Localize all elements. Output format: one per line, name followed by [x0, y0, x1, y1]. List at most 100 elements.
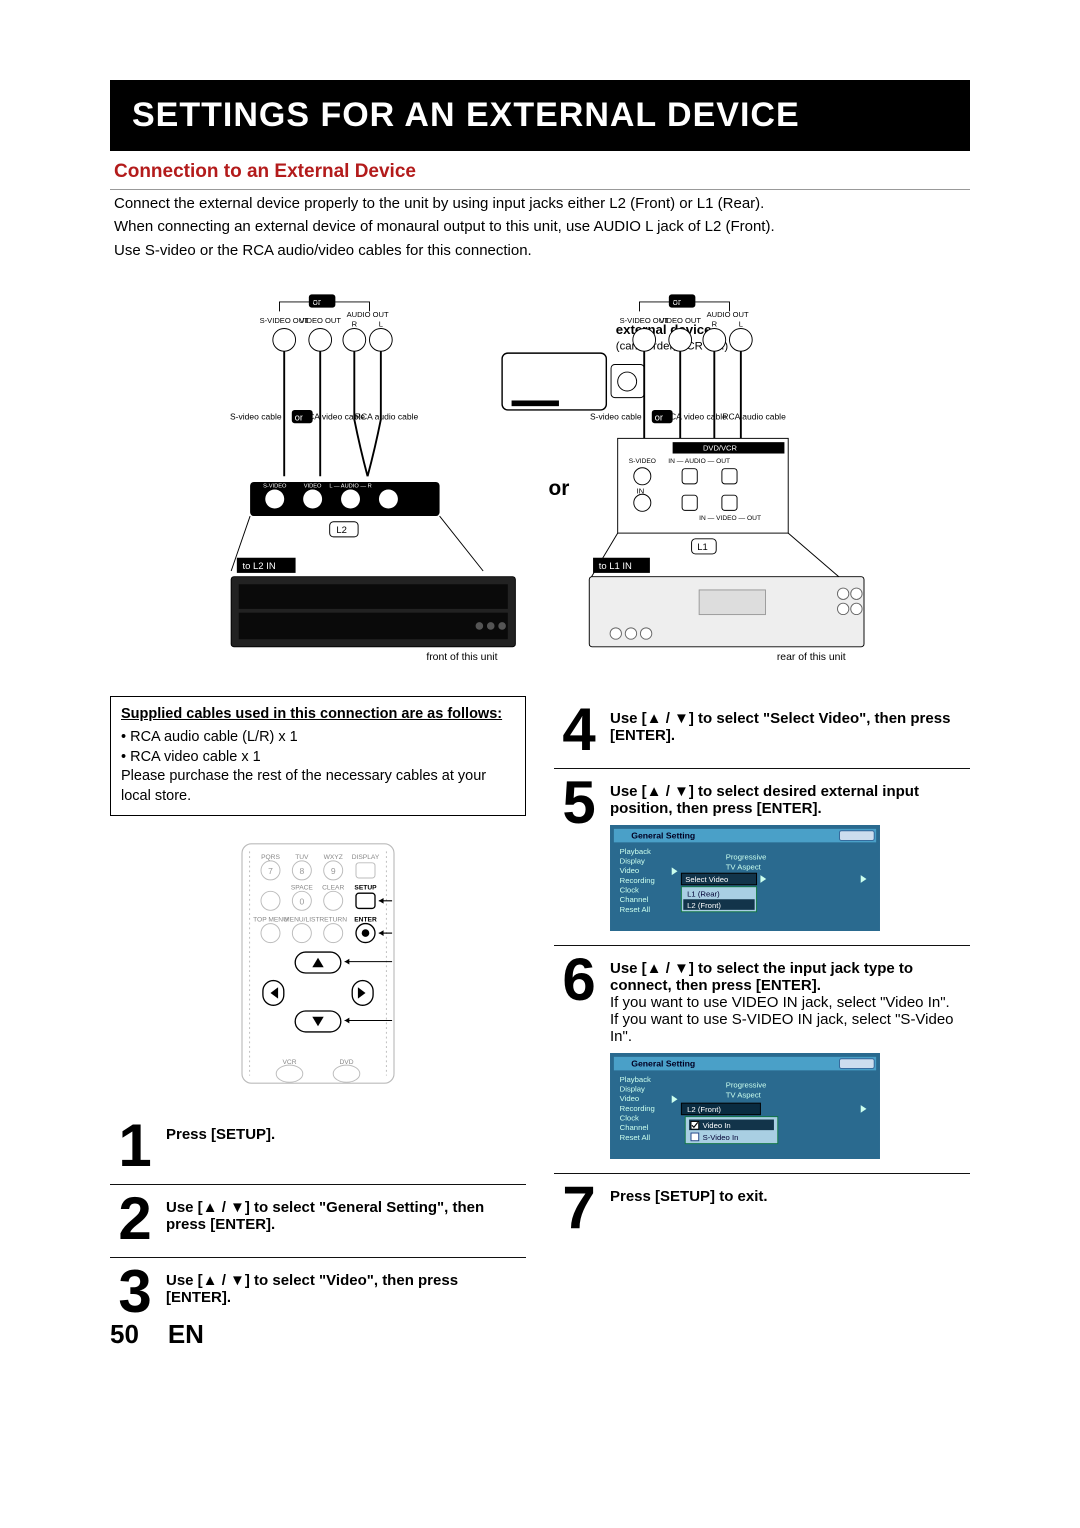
svg-text:L2: L2	[336, 525, 347, 536]
step-text: Use [▲ / ▼] to select "Select Video", th…	[610, 710, 950, 744]
svg-text:R: R	[352, 319, 358, 328]
remote-diagram: PQRSTUV WXYZDISPLAY SPACECLEAR SETUP TOP…	[110, 840, 526, 1092]
svg-text:rear of this unit: rear of this unit	[777, 652, 846, 663]
svg-text:Clock: Clock	[620, 1113, 639, 1122]
svg-text:RCA audio cable: RCA audio cable	[722, 411, 786, 421]
svg-text:Reset All: Reset All	[620, 905, 651, 914]
step-6: 6 Use [▲ / ▼] to select the input jack t…	[554, 946, 970, 1174]
supplied-line: • RCA audio cable (L/R) x 1	[121, 728, 515, 748]
svg-text:Progressive: Progressive	[726, 852, 767, 861]
svg-text:L — AUDIO — R: L — AUDIO — R	[329, 483, 371, 489]
svg-text:IN: IN	[637, 486, 645, 495]
svg-text:R: R	[712, 319, 718, 328]
step-4: 4 Use [▲ / ▼] to select "Select Video", …	[554, 696, 970, 769]
svg-text:Display: Display	[620, 1084, 645, 1093]
step-text: Use [▲ / ▼] to select "General Setting",…	[166, 1199, 484, 1233]
svg-text:L: L	[739, 319, 743, 328]
intro-line: When connecting an external device of mo…	[114, 217, 966, 237]
page-lang: EN	[168, 1319, 204, 1349]
step-5: 5 Use [▲ / ▼] to select desired external…	[554, 769, 970, 946]
svg-text:Clock: Clock	[620, 885, 639, 894]
page-footer: 50 EN	[110, 1319, 204, 1350]
connection-diagram: external device (camcorder, VCR etc.) or…	[110, 271, 970, 696]
svg-text:L2 (Front): L2 (Front)	[687, 901, 721, 910]
page-title: SETTINGS FOR AN EXTERNAL DEVICE	[110, 80, 970, 151]
svg-text:S-VIDEO: S-VIDEO	[263, 483, 287, 489]
svg-text:7: 7	[268, 866, 273, 876]
svg-text:Display: Display	[620, 856, 645, 865]
supplied-header: Supplied cables used in this connection …	[121, 705, 515, 725]
intro-line: Use S-video or the RCA audio/video cable…	[114, 241, 966, 261]
svg-text:VIDEO: VIDEO	[304, 483, 322, 489]
svg-text:ENTER: ENTER	[354, 916, 377, 923]
svg-text:Playback: Playback	[620, 1075, 651, 1084]
step-text: Use [▲ / ▼] to select the input jack typ…	[610, 960, 913, 994]
svg-text:0: 0	[299, 896, 304, 906]
svg-text:S-VIDEO: S-VIDEO	[629, 458, 656, 465]
step-7: 7 Press [SETUP] to exit.	[554, 1174, 970, 1246]
step-text: Press [SETUP] to exit.	[610, 1188, 768, 1205]
intro-block: Connect the external device properly to …	[110, 194, 970, 261]
svg-text:VIDEO OUT: VIDEO OUT	[299, 316, 341, 325]
intro-line: Connect the external device properly to …	[114, 194, 966, 214]
svg-text:SETUP: SETUP	[354, 884, 377, 891]
svg-text:S-Video In: S-Video In	[703, 1133, 739, 1142]
svg-text:or: or	[655, 412, 663, 423]
svg-text:VIDEO OUT: VIDEO OUT	[659, 316, 701, 325]
svg-text:General Setting: General Setting	[631, 1058, 695, 1068]
svg-text:TUV: TUV	[295, 854, 309, 861]
svg-text:Channel: Channel	[620, 895, 649, 904]
step-number: 7	[554, 1184, 604, 1232]
svg-text:S-video cable: S-video cable	[590, 411, 642, 421]
step-extra: If you want to use S-VIDEO IN jack, sele…	[610, 1011, 970, 1045]
svg-text:TV Aspect: TV Aspect	[726, 1090, 762, 1099]
step-extra: If you want to use VIDEO IN jack, select…	[610, 994, 970, 1011]
svg-text:L1: L1	[697, 542, 708, 553]
svg-text:TOP MENU: TOP MENU	[253, 916, 288, 923]
svg-text:General Setting: General Setting	[631, 830, 695, 840]
step-text: Use [▲ / ▼] to select desired external i…	[610, 783, 919, 817]
svg-text:DVD/VCR: DVD/VCR	[703, 443, 738, 452]
svg-text:DISPLAY: DISPLAY	[352, 854, 380, 861]
page-number: 50	[110, 1319, 139, 1349]
supplied-line: Please purchase the rest of the necessar…	[121, 767, 515, 806]
svg-text:S-video cable: S-video cable	[230, 411, 282, 421]
svg-text:TV Aspect: TV Aspect	[726, 862, 762, 871]
menu-screenshot-step5: General Setting Playback Display Video R…	[610, 825, 970, 931]
svg-text:RETURN: RETURN	[319, 916, 347, 923]
svg-text:RCA audio cable: RCA audio cable	[355, 411, 419, 421]
svg-text:PQRS: PQRS	[261, 854, 280, 861]
step-text: Use [▲ / ▼] to select "Video", then pres…	[166, 1272, 458, 1306]
svg-text:Recording: Recording	[620, 876, 655, 885]
svg-text:Channel: Channel	[620, 1123, 649, 1132]
svg-text:RCA video cable: RCA video cable	[664, 411, 727, 421]
svg-text:Playback: Playback	[620, 847, 651, 856]
svg-text:Video In: Video In	[703, 1121, 731, 1130]
menu-screenshot-step6: General Setting Playback Display Video R…	[610, 1053, 970, 1159]
svg-text:to L1 IN: to L1 IN	[599, 561, 632, 572]
svg-text:AUDIO OUT: AUDIO OUT	[707, 310, 749, 319]
section-subtitle: Connection to an External Device	[110, 157, 970, 190]
svg-text:IN — VIDEO — OUT: IN — VIDEO — OUT	[699, 515, 761, 522]
svg-text:Select Video: Select Video	[685, 875, 728, 884]
step-number: 3	[110, 1268, 160, 1316]
svg-text:CLEAR: CLEAR	[322, 884, 344, 891]
step-number: 2	[110, 1195, 160, 1243]
svg-text:9: 9	[331, 866, 336, 876]
svg-text:AUDIO OUT: AUDIO OUT	[347, 310, 389, 319]
svg-text:MENU/LIST: MENU/LIST	[284, 916, 319, 923]
svg-text:8: 8	[299, 866, 304, 876]
svg-text:to L2 IN: to L2 IN	[243, 561, 276, 572]
svg-text:L: L	[379, 319, 383, 328]
step-1: 1 Press [SETUP].	[110, 1112, 526, 1185]
svg-text:Video: Video	[620, 1094, 640, 1103]
svg-text:SPACE: SPACE	[291, 884, 314, 891]
svg-text:Recording: Recording	[620, 1104, 655, 1113]
step-number: 4	[554, 706, 604, 754]
supplied-line: • RCA video cable x 1	[121, 748, 515, 768]
svg-text:front of this unit: front of this unit	[426, 652, 497, 663]
svg-text:Video: Video	[620, 866, 640, 875]
step-text: Press [SETUP].	[166, 1126, 275, 1143]
svg-text:or: or	[549, 477, 570, 500]
step-number: 6	[554, 956, 604, 1004]
